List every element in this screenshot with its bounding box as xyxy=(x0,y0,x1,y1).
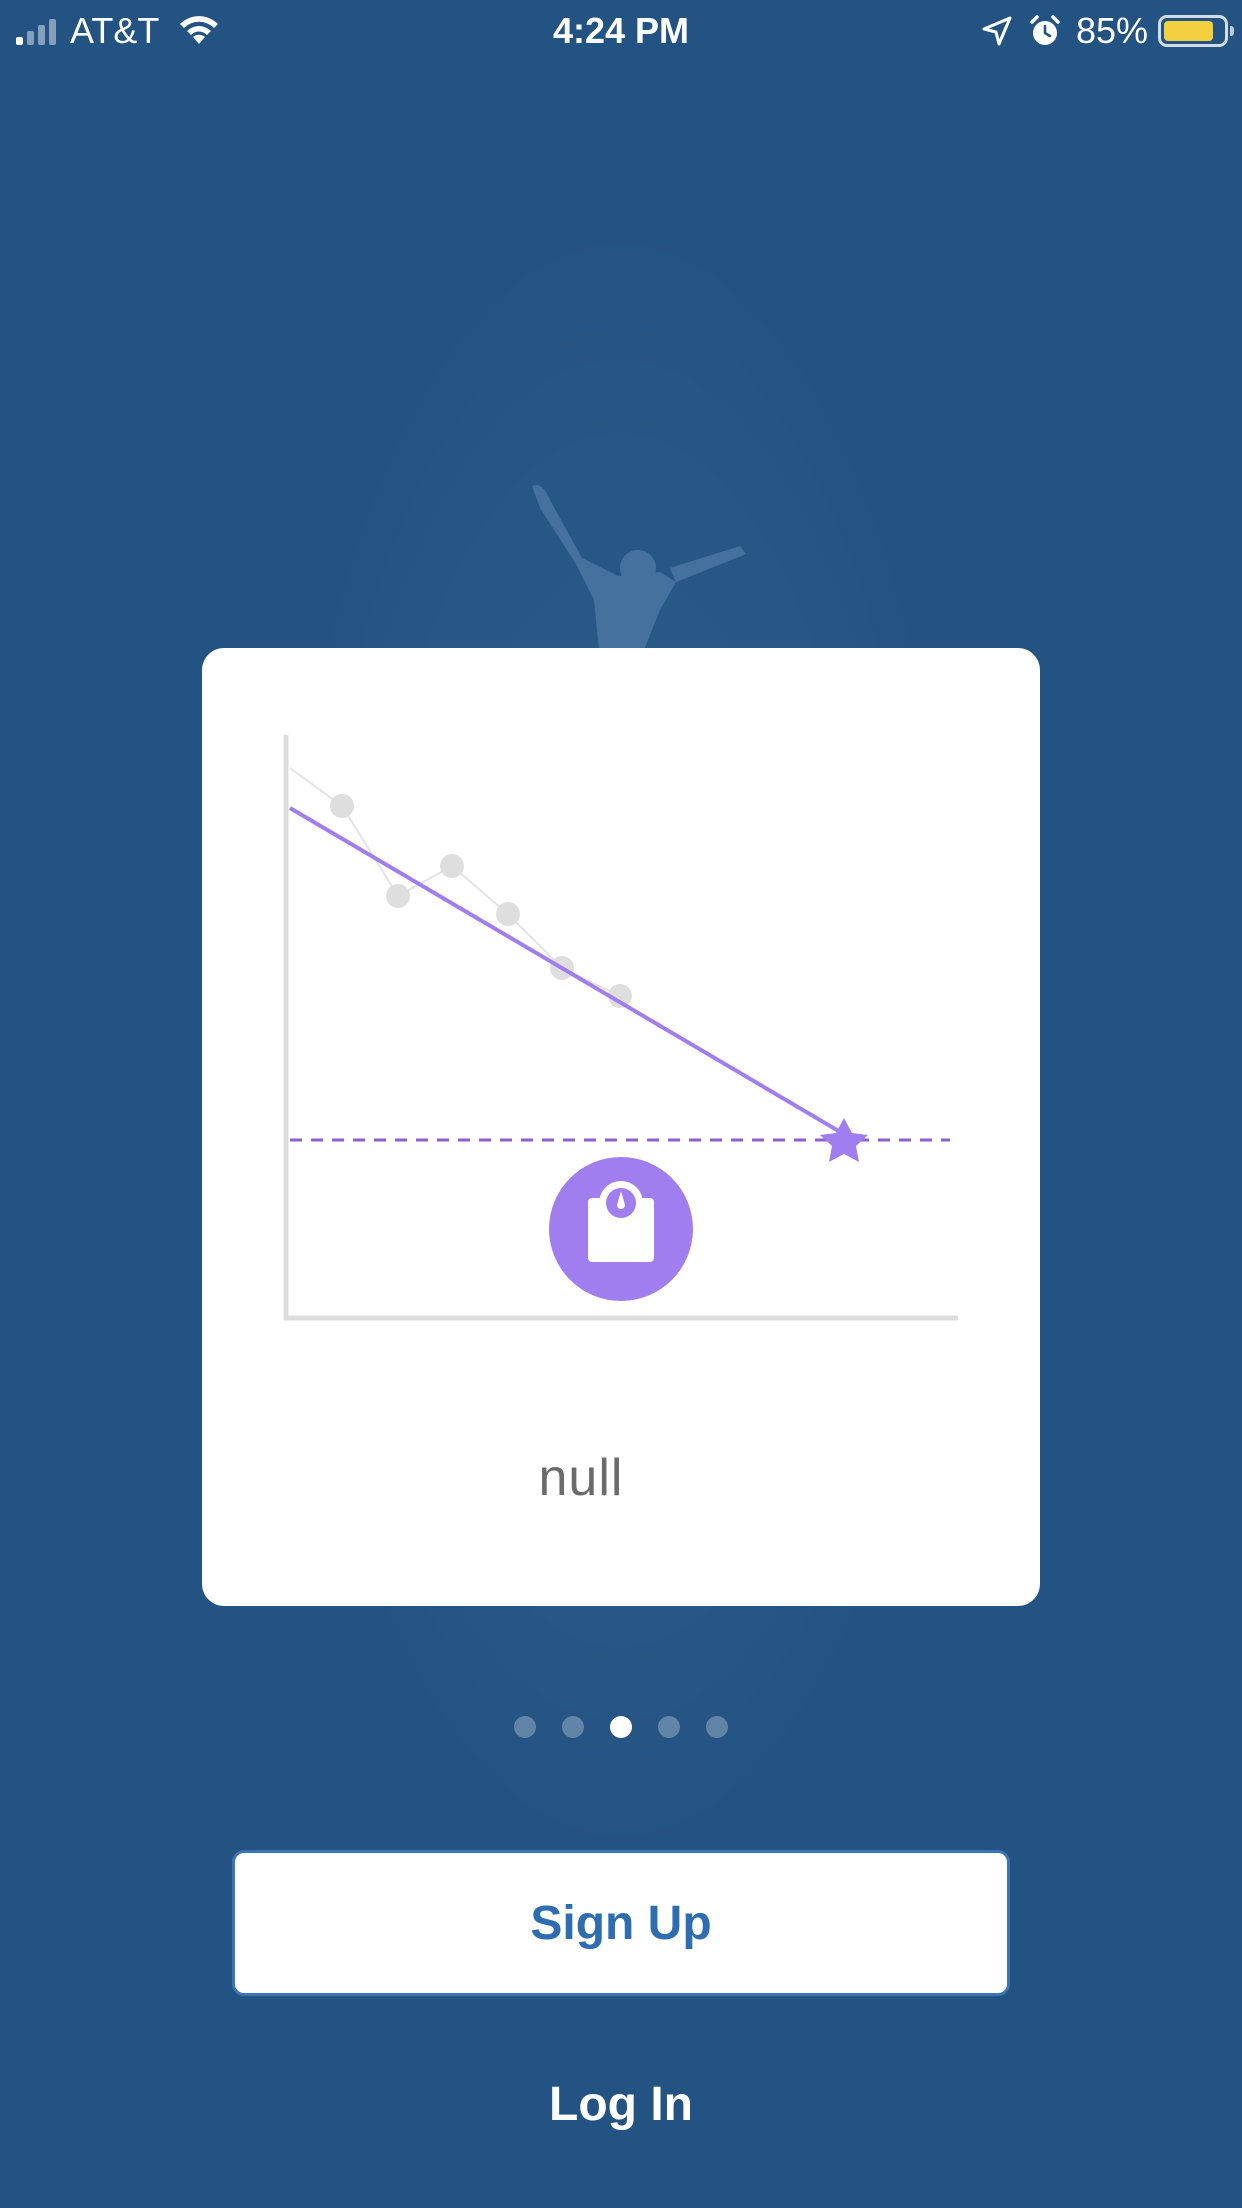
page-dot-1[interactable] xyxy=(514,1716,536,1738)
background-athlete-figure xyxy=(520,480,760,660)
page-indicator[interactable] xyxy=(0,1716,1242,1738)
battery-icon xyxy=(1158,15,1234,47)
status-bar: AT&T 4:24 PM 85% xyxy=(0,0,1242,62)
page-dot-2[interactable] xyxy=(562,1716,584,1738)
data-point xyxy=(330,794,354,818)
data-point xyxy=(440,854,464,878)
trend-line xyxy=(288,806,844,1135)
card-caption: null xyxy=(538,1449,624,1507)
alarm-clock-icon xyxy=(1030,15,1060,45)
battery-percentage: 85% xyxy=(1075,10,1148,51)
page-dot-3[interactable] xyxy=(610,1716,632,1738)
battery-level-fill xyxy=(1164,21,1214,41)
data-point xyxy=(496,902,520,926)
sign-up-button[interactable]: Sign Up xyxy=(232,1850,1010,1996)
location-arrow-icon xyxy=(982,16,1012,46)
data-point xyxy=(386,884,410,908)
log-in-button[interactable]: Log In xyxy=(432,2064,810,2144)
page-dot-4[interactable] xyxy=(658,1716,680,1738)
bathroom-scale-icon xyxy=(549,1157,693,1301)
page-dot-5[interactable] xyxy=(706,1716,728,1738)
weight-trend-illustration xyxy=(202,648,1040,1348)
onboarding-card[interactable]: null xyxy=(202,648,1040,1606)
status-bar-right: 85% xyxy=(980,10,1234,52)
